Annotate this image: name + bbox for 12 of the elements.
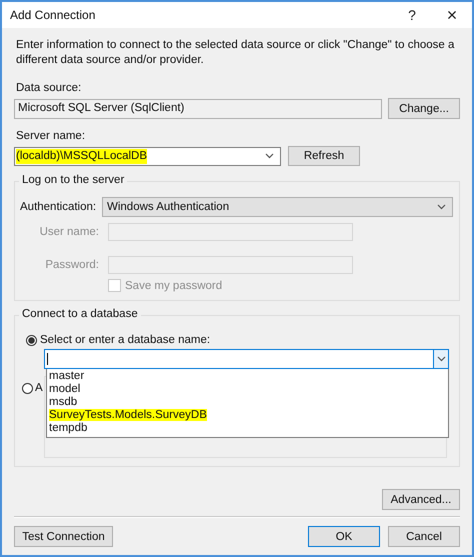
data-source-label: Data source: <box>16 82 82 94</box>
instruction-text: Enter information to connect to the selected data source or click "Change" to choose a different data source and/or provider. <box>16 38 456 68</box>
radio-label: Select or enter a database name: <box>40 334 210 346</box>
password-label: Password: <box>44 259 100 271</box>
radio-label: A <box>35 382 43 394</box>
window-title: Add Connection <box>10 8 96 22</box>
server-name-label: Server name: <box>16 130 86 142</box>
group-title: Connect to a database <box>19 308 141 320</box>
authentication-label: Authentication: <box>20 201 98 213</box>
user-name-label: User name: <box>38 226 100 238</box>
group-title: Log on to the server <box>19 174 128 186</box>
save-password-label: Save my password <box>125 280 222 292</box>
